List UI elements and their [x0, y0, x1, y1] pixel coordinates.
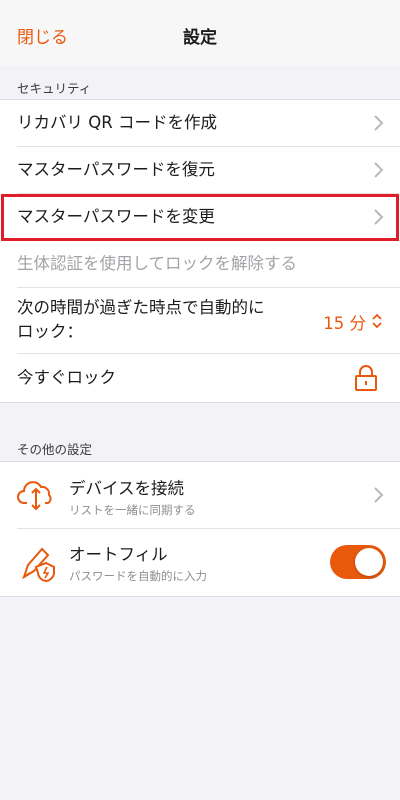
auto-lock-row[interactable]: 次の時間が過ぎた時点で自動的に ロック： 15 分 — [0, 288, 400, 354]
connect-device-row[interactable]: デバイスを接続 リストを一緒に同期する — [0, 462, 400, 529]
toggle-knob — [355, 548, 383, 576]
page-title: 設定 — [183, 28, 217, 48]
pen-shield-icon — [22, 547, 55, 583]
biometric-unlock-row: 生体認証を使用してロックを解除する — [0, 241, 400, 288]
autofill-description: パスワードを自動的に入力 — [69, 569, 207, 583]
autofill-title: オートフィル — [69, 545, 168, 564]
row-label: マスターパスワードを復元 — [17, 160, 215, 179]
navigation-bar: 閉じる 設定 — [0, 0, 400, 66]
autofill-row[interactable]: オートフィル パスワードを自動的に入力 — [0, 529, 400, 596]
lock-now-row[interactable]: 今すぐロック — [0, 354, 400, 402]
chevron-right-icon — [374, 209, 384, 225]
section-header-security: セキュリティ — [17, 81, 92, 96]
chevron-right-icon — [374, 115, 384, 131]
auto-lock-value[interactable]: 15 分 — [323, 310, 366, 334]
row-label: 今すぐロック — [17, 368, 116, 387]
connect-device-description: リストを一緒に同期する — [69, 503, 196, 517]
cloud-sync-icon — [17, 481, 52, 511]
restore-master-password-row[interactable]: マスターパスワードを復元 — [0, 147, 400, 194]
auto-lock-label-line2: ロック： — [17, 322, 83, 341]
connect-device-title: デバイスを接続 — [69, 479, 185, 498]
row-label: リカバリ QR コードを作成 — [17, 113, 217, 132]
chevron-right-icon — [374, 162, 384, 178]
create-recovery-qr-row[interactable]: リカバリ QR コードを作成 — [0, 100, 400, 147]
chevron-right-icon — [374, 487, 384, 503]
auto-lock-label-line1: 次の時間が過ぎた時点で自動的に — [17, 298, 265, 317]
row-label: マスターパスワードを変更 — [17, 207, 215, 226]
row-label: 生体認証を使用してロックを解除する — [17, 254, 298, 273]
autofill-toggle[interactable] — [330, 545, 386, 579]
lock-icon — [355, 365, 377, 391]
section-header-other: その他の設定 — [17, 442, 93, 457]
up-down-chevron-icon[interactable] — [370, 311, 384, 331]
change-master-password-row[interactable]: マスターパスワードを変更 — [0, 194, 400, 241]
